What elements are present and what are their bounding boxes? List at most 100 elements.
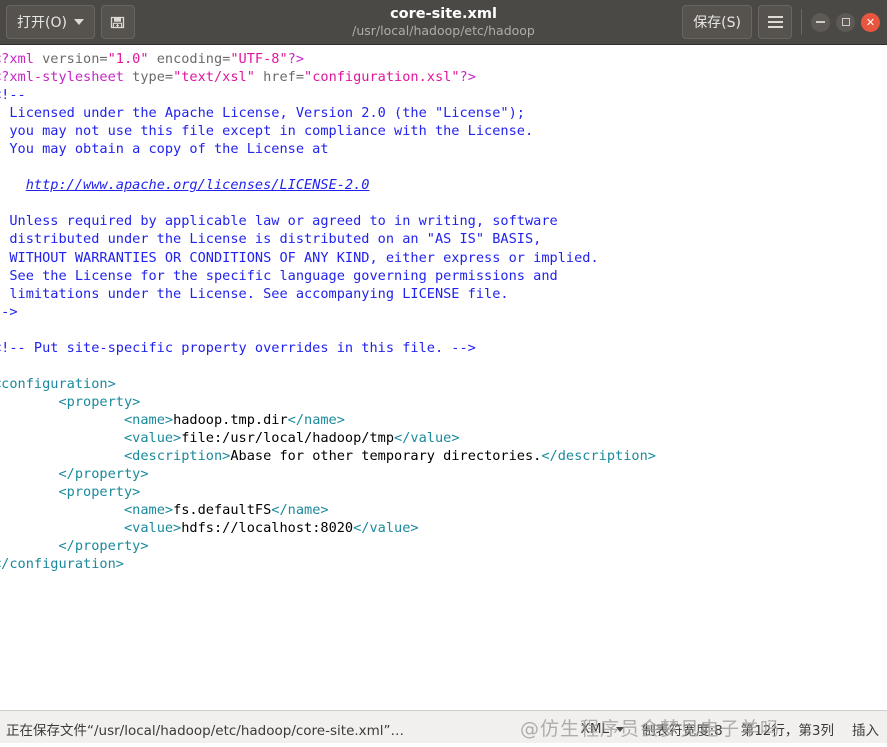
hamburger-line	[767, 16, 783, 18]
save-button[interactable]: 保存(S)	[682, 5, 752, 39]
code-line: </property>	[0, 537, 887, 555]
open-button-label: 打开(O)	[17, 15, 67, 31]
insert-mode-label: 插入	[852, 723, 879, 739]
code-token-lnk: http://www.apache.org/licenses/LICENSE-2…	[25, 177, 370, 194]
open-button[interactable]: 打开(O)	[6, 5, 95, 39]
title-bar: 打开(O) core-site.xml /usr/local/hadoop/et…	[0, 0, 887, 45]
code-line: Unless required by applicable law or agr…	[0, 212, 887, 230]
code-token-val: "text/xsl"	[173, 69, 255, 86]
code-token-tag: <property>	[58, 484, 141, 501]
window-close-button[interactable]: ✕	[861, 12, 880, 32]
status-bar: 正在保存文件“/usr/local/hadoop/etc/hadoop/core…	[0, 710, 887, 747]
code-token-tag: </value>	[394, 429, 460, 446]
titlebar-divider	[801, 9, 802, 35]
code-line: </property>	[0, 465, 887, 483]
code-token-cmt: distributed under the License is distrib…	[0, 231, 542, 248]
code-token-attr: href=	[254, 69, 305, 86]
code-line: <?xml-stylesheet type="text/xsl" href="c…	[0, 68, 887, 86]
gedit-window: 打开(O) core-site.xml /usr/local/hadoop/et…	[0, 0, 887, 747]
code-token-cmt: Unless required by applicable law or agr…	[0, 213, 558, 230]
status-message: 正在保存文件“/usr/local/hadoop/etc/hadoop/core…	[6, 723, 405, 739]
code-token-txt: fs.defaultFS	[173, 502, 272, 519]
code-line: http://www.apache.org/licenses/LICENSE-2…	[0, 176, 887, 194]
code-token-attr: encoding=	[148, 51, 231, 67]
code-token-cmt: WITHOUT WARRANTIES OR CONDITIONS OF ANY …	[0, 249, 599, 266]
code-token-tag: <configuration>	[0, 375, 116, 392]
save-as-button[interactable]	[100, 5, 135, 39]
minimize-icon	[816, 21, 825, 23]
code-line: <!-- Put site-specific property override…	[0, 339, 887, 357]
code-line: </configuration>	[0, 555, 887, 573]
titlebar-right-actions: 保存(S) ✕	[682, 5, 887, 39]
code-line: <!--	[0, 86, 887, 104]
chevron-down-icon	[616, 726, 625, 732]
code-line: distributed under the License is distrib…	[0, 230, 887, 248]
status-right-group: XML 制表符宽度:8 第12行，第3列 插入	[581, 719, 887, 739]
cursor-position-label: 第12行，第3列	[740, 723, 834, 739]
code-token-cmt	[0, 177, 26, 193]
code-line: -->	[0, 303, 887, 321]
code-token-tag: </property>	[58, 466, 149, 483]
code-token-tag: </configuration>	[0, 556, 124, 573]
file-path-subtitle: /usr/local/hadoop/etc/hadoop	[352, 23, 535, 38]
code-token-tag: </description>	[541, 448, 656, 465]
bottom-strip	[0, 743, 887, 747]
close-icon: ✕	[865, 15, 876, 29]
code-token-tag: <value>	[123, 429, 182, 446]
window-maximize-button[interactable]	[836, 12, 855, 32]
code-token-cmt: <!--	[0, 87, 26, 104]
save-as-disk-icon	[111, 16, 125, 28]
code-token-txt: hdfs://localhost:8020	[181, 520, 354, 537]
code-line: Licensed under the Apache License, Versi…	[0, 104, 887, 122]
code-token-cmt: <!-- Put site-specific property override…	[0, 339, 476, 356]
code-token-attr: version=	[42, 51, 108, 67]
code-token-pi: <?xml	[0, 51, 34, 67]
code-line: <property>	[0, 483, 887, 501]
text-editor-area[interactable]: <?xml version="1.0" encoding="UTF-8"?><?…	[0, 45, 887, 710]
code-token-cmt: -->	[0, 303, 18, 320]
page-title: core-site.xml	[390, 6, 497, 22]
language-selector[interactable]: XML	[580, 721, 625, 737]
hamburger-line	[767, 21, 783, 23]
language-label: XML	[580, 721, 610, 737]
titlebar-left-actions: 打开(O)	[0, 5, 135, 39]
code-token-pi: ?>	[287, 51, 305, 67]
code-line: You may obtain a copy of the License at	[0, 140, 887, 158]
code-token-tag: </name>	[287, 411, 345, 428]
code-token-cmt: You may obtain a copy of the License at	[0, 141, 329, 158]
code-token-pi: <?xml-stylesheet	[0, 69, 133, 86]
main-menu-button[interactable]	[758, 5, 792, 39]
xml-source-code[interactable]: <?xml version="1.0" encoding="UTF-8"?><?…	[0, 50, 887, 573]
code-token-val: "1.0"	[107, 51, 149, 67]
code-line: <value>hdfs://localhost:8020</value>	[0, 519, 887, 537]
code-token-pi: ?>	[459, 69, 476, 86]
window-minimize-button[interactable]	[811, 12, 830, 32]
code-line: <name>hadoop.tmp.dir</name>	[0, 411, 887, 429]
code-token-txt: file:/usr/local/hadoop/tmp	[181, 429, 395, 446]
code-token-tag: <name>	[123, 502, 174, 519]
tab-width-label[interactable]: 制表符宽度:8	[642, 719, 723, 739]
code-line: See the License for the specific languag…	[0, 267, 887, 285]
code-token-txt: hadoop.tmp.dir	[173, 411, 288, 428]
code-token-val: "UTF-8"	[230, 51, 288, 67]
code-line: <?xml version="1.0" encoding="UTF-8"?>	[0, 50, 887, 68]
save-button-label: 保存(S)	[693, 15, 741, 31]
code-token-tag: <value>	[123, 520, 182, 537]
code-token-tag: <description>	[123, 448, 231, 465]
code-token-cmt: limitations under the License. See accom…	[0, 285, 509, 302]
code-token-tag: <property>	[58, 393, 141, 410]
code-token-cmt: Licensed under the Apache License, Versi…	[0, 105, 525, 122]
code-token-attr: type=	[132, 69, 174, 86]
